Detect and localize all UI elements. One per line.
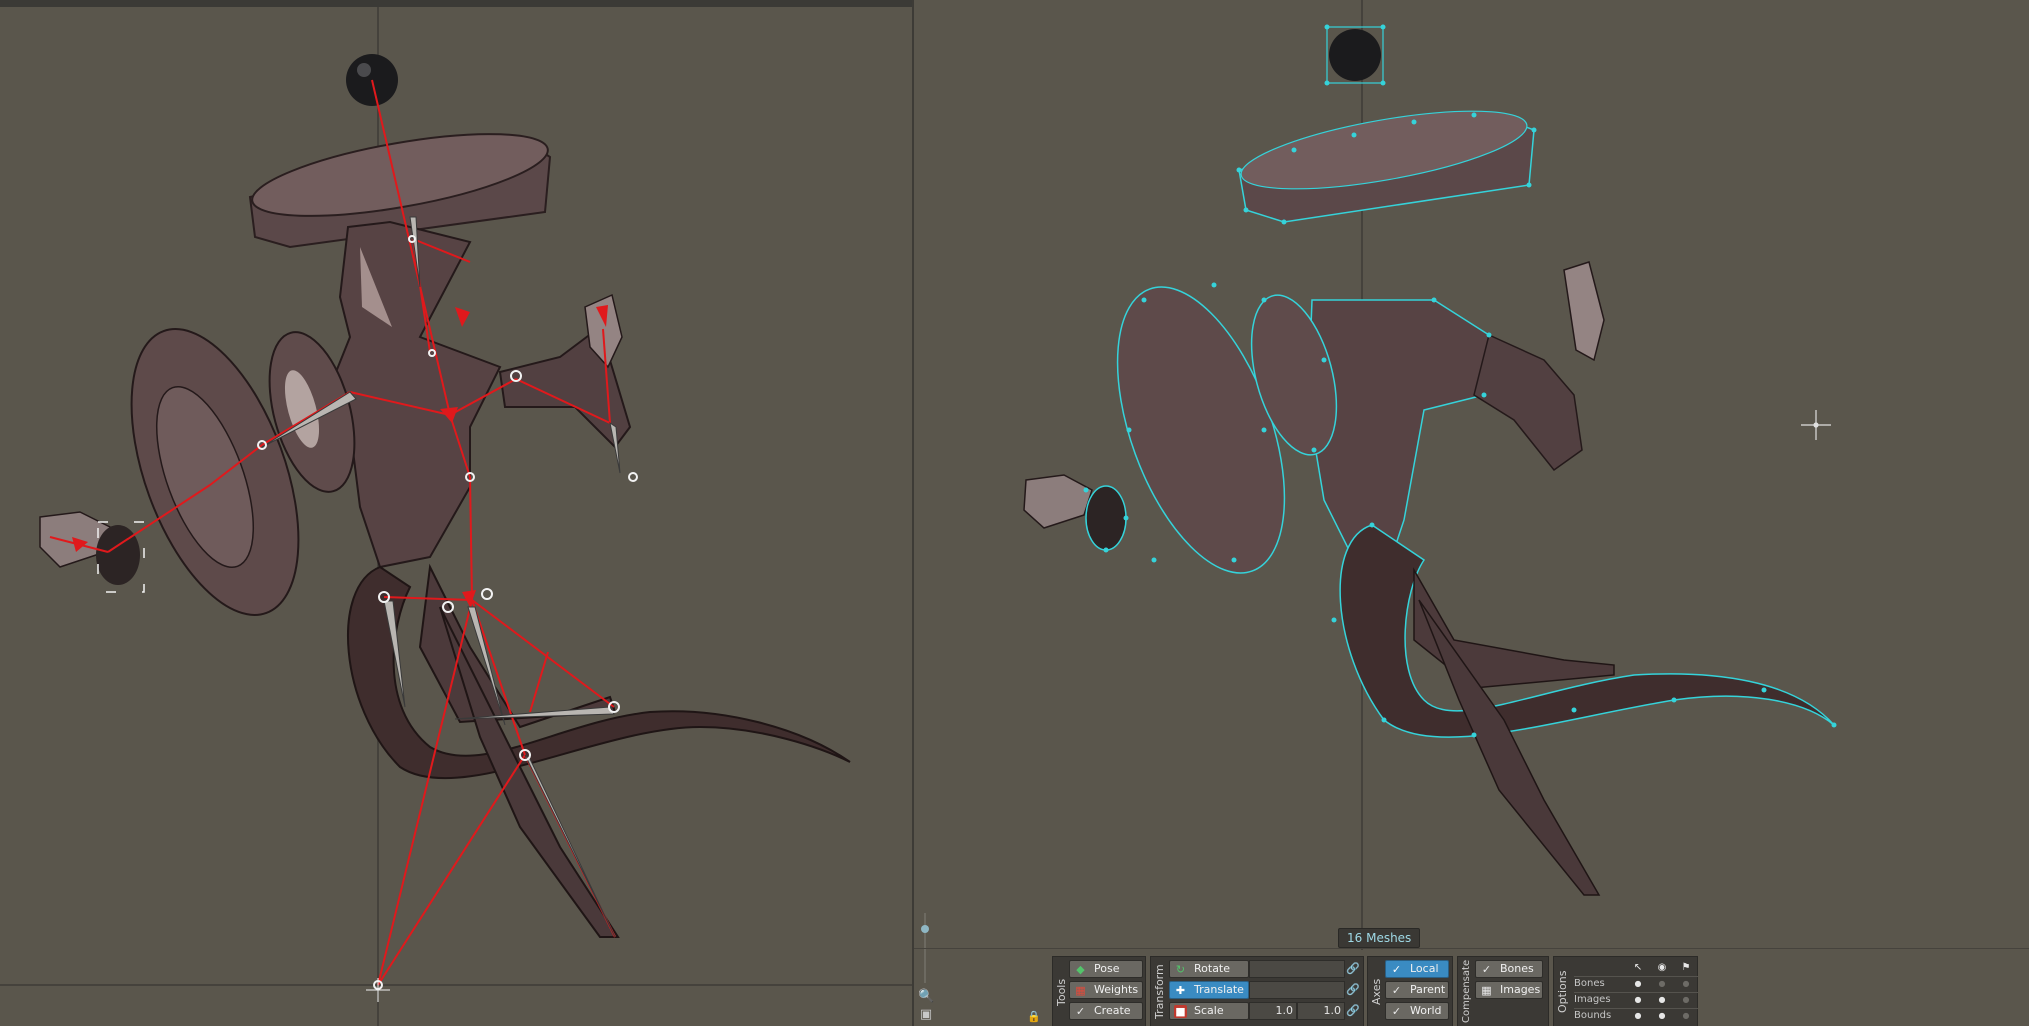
zoom-strip[interactable]: 🔍 ▣	[914, 905, 938, 1026]
options-row-bounds: Bounds	[1574, 1010, 1612, 1021]
tools-panel: Tools ◆ Pose ▦ Weights ✓ Create	[1052, 956, 1146, 1026]
images-visible-toggle[interactable]: ●	[1652, 993, 1672, 1007]
compensate-images-label: Images	[1500, 983, 1541, 996]
pose-label: Pose	[1094, 962, 1120, 975]
move-cursor-icon	[1801, 410, 1831, 440]
front-leg-image	[418, 563, 617, 729]
weights-icon: ▦	[1075, 984, 1086, 997]
pose-button[interactable]: ◆ Pose	[1069, 960, 1143, 978]
eye-mesh	[1085, 485, 1127, 551]
world-axes-button[interactable]: ✓ World	[1385, 1002, 1449, 1020]
translate-value-field[interactable]	[1249, 981, 1345, 999]
axes-panel: Axes ✓ Local ✓ Parent ✓ World	[1367, 956, 1453, 1026]
cursor-icon: ↖	[1633, 962, 1643, 973]
parent-axes-button[interactable]: ✓ Parent	[1385, 981, 1449, 999]
translate-icon: ✚	[1175, 984, 1186, 997]
world-label: World	[1410, 1004, 1442, 1017]
create-bone-icon: ✓	[1075, 1005, 1086, 1018]
images-select-toggle[interactable]: ●	[1628, 993, 1648, 1007]
rotate-value-field[interactable]	[1249, 960, 1345, 978]
compensate-bones-label: Bones	[1500, 962, 1534, 975]
options-panel: Options ↖ ◉ ⚑ Bones ● ● ● Images ● ● ● B…	[1553, 956, 1698, 1026]
lock-icon[interactable]: 🔗	[1346, 1002, 1360, 1020]
rotate-icon: ↻	[1175, 963, 1186, 976]
local-axes-button[interactable]: ✓ Local	[1385, 960, 1449, 978]
skeleton-scene	[0, 7, 912, 1026]
options-title: Options	[1556, 970, 1569, 1014]
right-hand-image	[1563, 261, 1605, 362]
parent-icon: ✓	[1391, 984, 1402, 997]
compensate-images-button[interactable]: ▦ Images	[1475, 981, 1543, 999]
weights-label: Weights	[1094, 983, 1139, 996]
lock-icon[interactable]: 🔗	[1346, 981, 1360, 999]
rotate-label: Rotate	[1194, 962, 1231, 975]
ball-image	[1329, 29, 1381, 81]
back-leg-image	[1418, 599, 1601, 896]
bones-names-toggle[interactable]: ●	[1676, 977, 1696, 991]
eye-image	[96, 525, 140, 585]
bounds-names-toggle[interactable]: ●	[1676, 1009, 1696, 1023]
local-icon: ✓	[1391, 963, 1402, 976]
world-icon: ✓	[1391, 1005, 1402, 1018]
axes-title: Axes	[1370, 978, 1383, 1006]
create-label: Create	[1094, 1004, 1131, 1017]
images-icon: ▦	[1481, 984, 1492, 997]
create-button[interactable]: ✓ Create	[1069, 1002, 1143, 1020]
fit-view-icon[interactable]: ▣	[918, 1007, 934, 1023]
bounds-select-toggle[interactable]: ●	[1628, 1009, 1648, 1023]
bone-shapes	[261, 216, 621, 938]
rotate-button[interactable]: ↻ Rotate	[1169, 960, 1249, 978]
weights-button[interactable]: ▦ Weights	[1069, 981, 1143, 999]
mesh-scene	[1023, 0, 1837, 950]
compensate-bones-button[interactable]: ✓ Bones	[1475, 960, 1543, 978]
scale-button[interactable]: ■ Scale	[1169, 1002, 1249, 1020]
translate-button[interactable]: ✚ Translate	[1169, 981, 1249, 999]
magnifier-icon[interactable]: 🔍	[918, 989, 934, 1005]
images-names-toggle[interactable]: ●	[1676, 993, 1696, 1007]
tag-icon: ⚑	[1681, 962, 1691, 973]
toolbar-separator	[914, 948, 2029, 949]
zoom-knob[interactable]	[921, 925, 929, 933]
transform-title: Transform	[1153, 964, 1166, 1020]
right-arm-image	[1473, 333, 1583, 472]
mesh-count-badge: 16 Meshes	[1338, 928, 1421, 948]
lock-icon[interactable]: 🔒	[1027, 1008, 1041, 1024]
compensate-panel: Compensate ✓ Bones ▦ Images	[1457, 956, 1549, 1026]
bounds-visible-toggle[interactable]: ●	[1652, 1009, 1672, 1023]
root-bone-marker	[366, 978, 390, 1002]
eye-icon: ◉	[1657, 962, 1667, 973]
scale-y-value: 1.0	[1323, 1004, 1342, 1017]
pose-icon: ◆	[1076, 963, 1085, 976]
local-label: Local	[1410, 962, 1439, 975]
translate-label: Translate	[1194, 983, 1244, 996]
transform-panel: Transform ↻ Rotate 🔗 ✚ Translate 🔗 ■ Sca…	[1150, 956, 1364, 1026]
front-leg-image	[1413, 567, 1615, 689]
body-mesh	[1308, 299, 1490, 582]
scale-label: Scale	[1194, 1004, 1224, 1017]
bones-icon: ✓	[1481, 963, 1492, 976]
compensate-title: Compensate	[1461, 959, 1472, 1023]
tools-title: Tools	[1055, 978, 1068, 1006]
parent-label: Parent	[1410, 983, 1446, 996]
right-viewport[interactable]	[914, 0, 2029, 1026]
options-row-bones: Bones	[1574, 978, 1605, 989]
left-viewport[interactable]	[0, 0, 912, 1026]
bones-visible-toggle[interactable]: ●	[1652, 977, 1672, 991]
lock-icon[interactable]: 🔗	[1346, 960, 1360, 978]
body-image	[328, 220, 502, 569]
bones-select-toggle[interactable]: ●	[1628, 977, 1648, 991]
scale-x-value: 1.0	[1275, 1004, 1294, 1017]
left-hand-image	[1023, 474, 1093, 529]
scale-icon: ■	[1174, 1005, 1187, 1018]
options-row-images: Images	[1574, 994, 1611, 1005]
